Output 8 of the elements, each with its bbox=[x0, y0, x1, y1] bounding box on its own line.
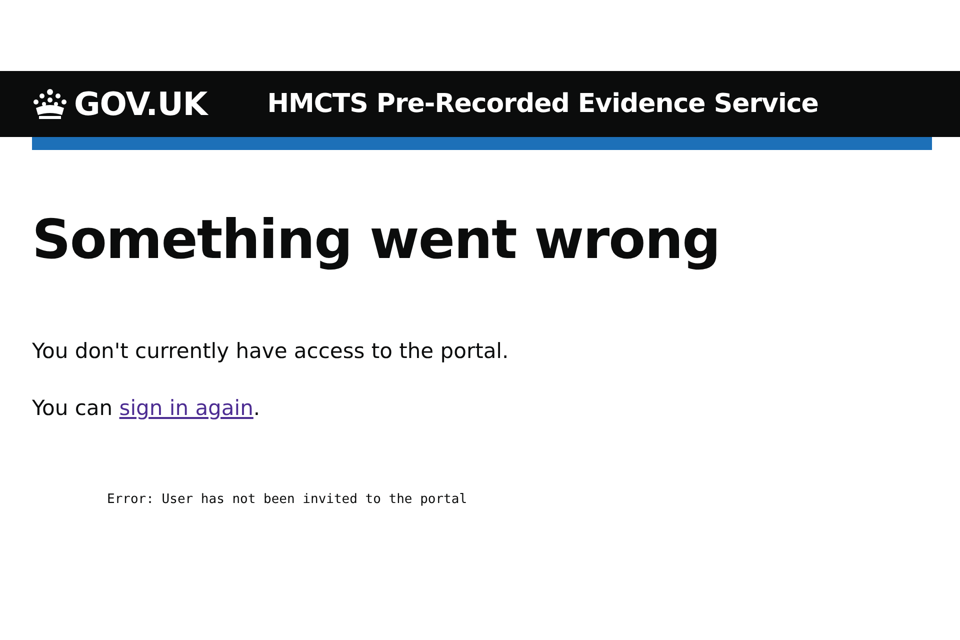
access-message: You don't currently have access to the portal. bbox=[32, 338, 510, 365]
sign-in-link[interactable]: sign in again bbox=[119, 396, 254, 420]
govuk-logo[interactable]: GOV.UK bbox=[32, 85, 208, 123]
service-name[interactable]: HMCTS Pre-Recorded Evidence Service bbox=[267, 89, 818, 119]
crown-icon bbox=[32, 88, 68, 120]
error-text: Error: User has not been invited to the portal bbox=[107, 492, 468, 507]
sign-in-sentence: You can sign in again. bbox=[32, 395, 262, 422]
page-heading: Something went wrong bbox=[32, 208, 721, 273]
